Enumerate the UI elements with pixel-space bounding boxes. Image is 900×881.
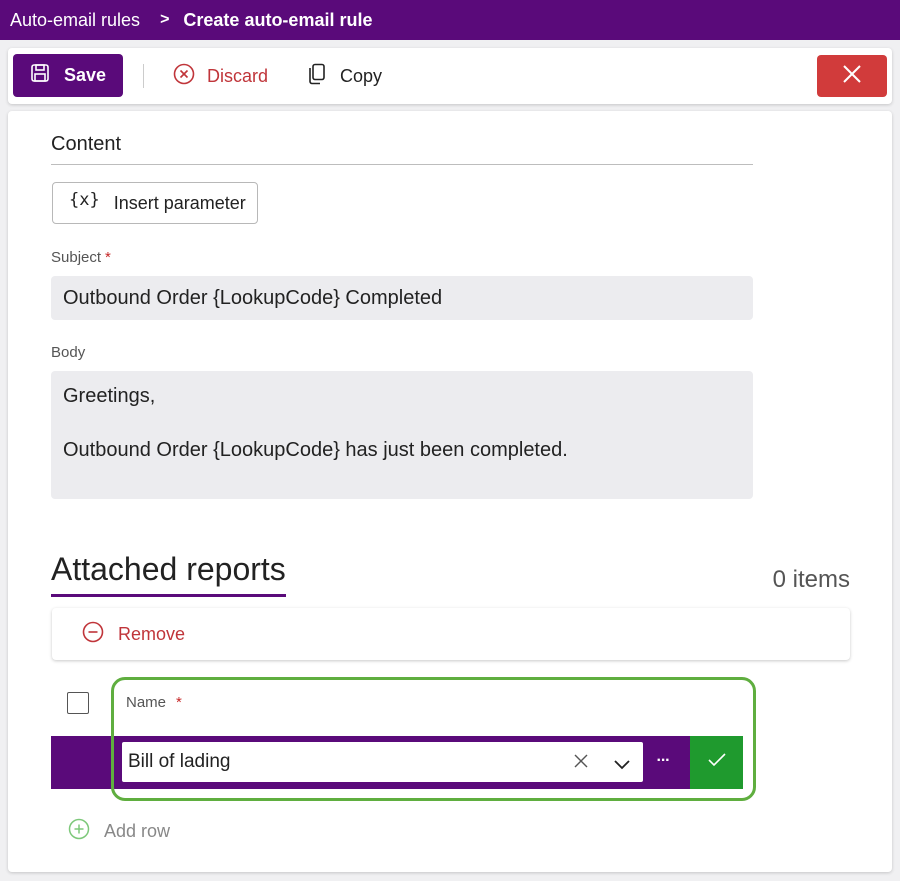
discard-label: Discard bbox=[207, 65, 269, 86]
form-panel: Content {x} Insert parameter Subject * Ou… bbox=[8, 111, 892, 872]
toolbar-divider bbox=[143, 64, 144, 88]
body-label: Body bbox=[51, 344, 86, 361]
subject-label-text: Subject bbox=[51, 249, 102, 266]
insert-parameter-label: Insert parameter bbox=[113, 192, 246, 213]
add-row-button[interactable]: Add row bbox=[68, 817, 170, 845]
subject-field[interactable]: Outbound Order {LookupCode} Completed bbox=[51, 276, 753, 320]
report-name-value: Bill of lading bbox=[128, 751, 231, 772]
copy-icon bbox=[308, 63, 326, 90]
subject-label: Subject * bbox=[51, 249, 111, 266]
discard-circle-x-icon bbox=[173, 63, 195, 90]
items-count: 0 items bbox=[772, 566, 850, 593]
body-line: Outbound Order {LookupCode} has just bee… bbox=[63, 439, 568, 461]
subject-value: Outbound Order {LookupCode} Completed bbox=[63, 286, 443, 309]
attached-reports-toolbar: Remove bbox=[52, 608, 850, 660]
insert-parameter-button[interactable]: {x} Insert parameter bbox=[52, 182, 258, 224]
required-marker: * bbox=[105, 249, 111, 266]
breadcrumb-parent-link[interactable]: Auto-email rules bbox=[10, 10, 140, 31]
body-line: Greetings, bbox=[63, 385, 156, 407]
more-options-button[interactable]: ··· bbox=[653, 750, 673, 772]
checkmark-icon bbox=[707, 752, 727, 773]
remove-label: Remove bbox=[118, 623, 186, 644]
content-section-title: Content bbox=[51, 133, 753, 165]
copy-button[interactable]: Copy bbox=[308, 58, 382, 94]
breadcrumb-current: Create auto-email rule bbox=[183, 9, 373, 30]
remove-button[interactable]: Remove bbox=[82, 620, 185, 648]
copy-label: Copy bbox=[340, 65, 383, 86]
breadcrumb: Auto-email rules > Create auto-email rul… bbox=[0, 0, 900, 40]
name-column-header: Name * bbox=[126, 694, 182, 711]
save-label: Save bbox=[63, 65, 107, 85]
discard-button[interactable]: Discard bbox=[173, 58, 268, 94]
clear-x-icon[interactable] bbox=[573, 753, 589, 775]
chevron-down-icon[interactable] bbox=[613, 755, 631, 777]
report-name-dropdown[interactable]: Bill of lading bbox=[122, 742, 643, 782]
required-marker: * bbox=[176, 694, 182, 711]
breadcrumb-separator: > bbox=[160, 11, 170, 28]
parameter-icon: {x} bbox=[69, 190, 100, 210]
toolbar: Save Discard Copy bbox=[8, 48, 892, 104]
save-icon bbox=[30, 63, 50, 88]
select-all-checkbox[interactable] bbox=[67, 692, 89, 714]
close-button[interactable] bbox=[817, 55, 887, 97]
confirm-row-button[interactable] bbox=[690, 736, 743, 789]
add-circle-plus-icon bbox=[68, 818, 90, 845]
name-column-label: Name bbox=[126, 694, 167, 711]
close-icon bbox=[842, 64, 862, 89]
body-field[interactable]: Greetings, Outbound Order {LookupCode} h… bbox=[51, 371, 753, 499]
add-row-label: Add row bbox=[104, 820, 171, 841]
save-button[interactable]: Save bbox=[13, 54, 123, 97]
remove-circle-minus-icon bbox=[82, 621, 104, 648]
attached-reports-title: Attached reports bbox=[51, 551, 286, 597]
